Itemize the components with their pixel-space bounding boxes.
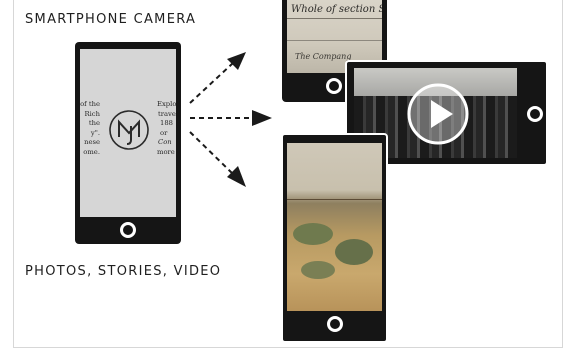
document-text-line: The Compang [295, 52, 352, 61]
arrowhead-icon [252, 110, 272, 126]
shrub [301, 261, 335, 279]
shrub [335, 239, 373, 265]
play-icon[interactable] [406, 82, 470, 146]
arrowhead-icon [227, 52, 246, 70]
document-text-line: Whole of section Sev [291, 4, 382, 15]
home-button-icon [326, 78, 342, 94]
landscape-photo [287, 143, 382, 311]
arrow-icon [189, 62, 234, 104]
arrow-icon [189, 131, 234, 175]
home-button-icon [327, 316, 343, 332]
arrowhead-icon [227, 166, 246, 187]
shrub [293, 223, 333, 245]
landscape-phone [281, 133, 388, 343]
document-rule [287, 40, 382, 41]
fence-line [287, 199, 382, 200]
home-button-icon [527, 106, 543, 122]
document-rule [287, 18, 382, 19]
